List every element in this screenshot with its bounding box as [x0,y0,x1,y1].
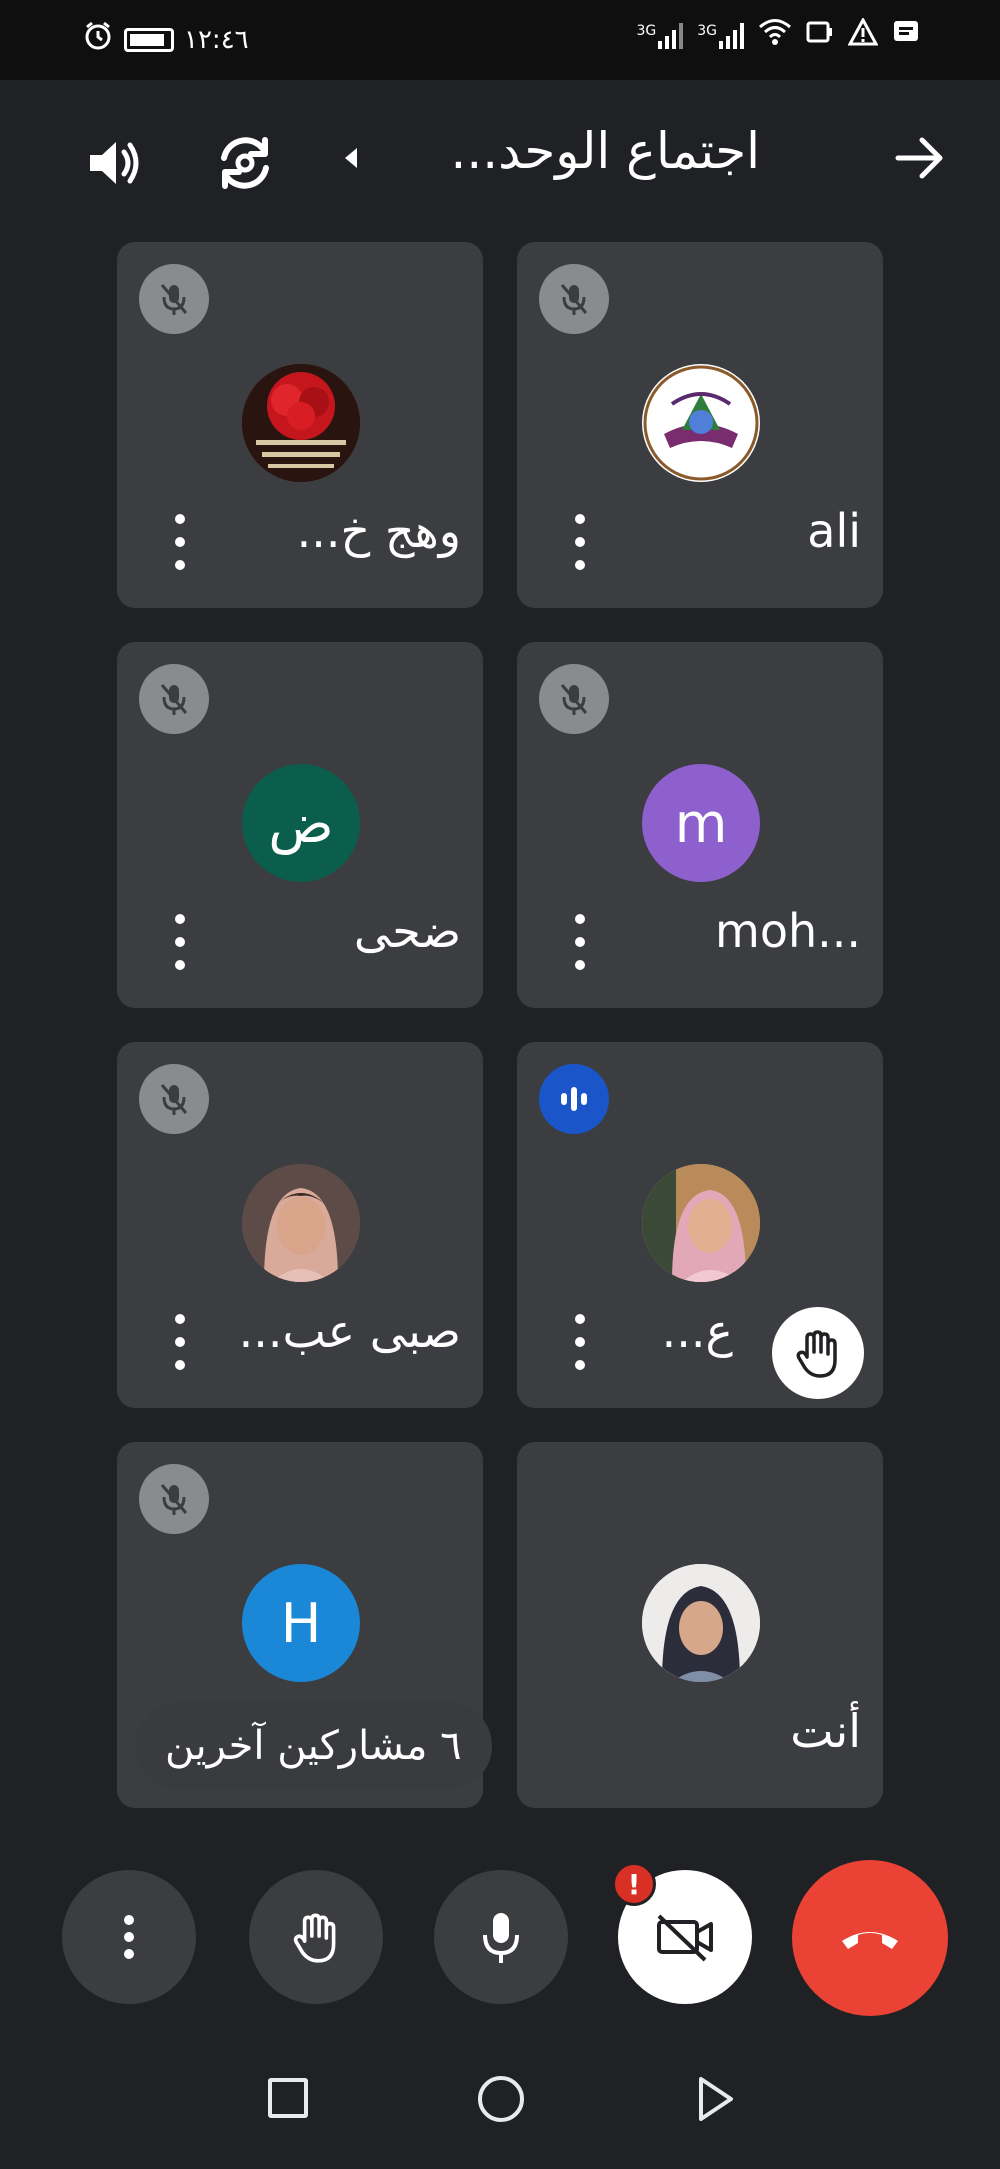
more-options-icon[interactable] [567,914,593,970]
signal-icon-a: 3G [697,22,744,49]
mic-off-icon [539,264,609,334]
avatar [242,364,360,482]
triangle-back-icon [699,2077,733,2121]
status-time: ١٢:٤٦ [184,24,249,55]
video-off-icon [657,1914,713,1962]
avatar: H [242,1564,360,1682]
switch-camera-icon [221,137,269,189]
self-tile[interactable]: أنت [517,1442,883,1808]
speaker-button[interactable] [80,128,150,198]
other-participants-chip[interactable]: ٦ مشاركين آخرين [135,1702,492,1790]
more-options-icon[interactable] [167,514,193,570]
avatar [642,1164,760,1282]
more-options-icon[interactable] [567,514,593,570]
participant-name: أنت [790,1704,861,1758]
hand-icon [293,1913,336,1963]
back-button[interactable] [890,128,950,188]
microphone-icon [483,1913,519,1963]
end-call-button[interactable] [792,1860,948,2016]
participant-tile[interactable]: ali [517,242,883,608]
avatar: m [642,764,760,882]
participant-name: صبى عب... [238,1304,461,1358]
participant-name: ضحى [353,904,461,958]
microphone-button[interactable] [434,1870,568,2004]
clock-icon [82,20,114,59]
caret-left-icon [345,148,357,168]
participant-tile[interactable]: ض ضحى [117,642,483,1008]
signal-icon-b: 3G [636,22,684,49]
recent-apps-button[interactable] [268,2078,308,2118]
more-vert-icon [124,1915,134,1959]
raise-hand-button[interactable] [249,1870,383,2004]
warning-icon [847,16,879,53]
more-options-icon[interactable] [167,914,193,970]
participant-name: ali [807,504,861,558]
mic-off-icon [139,264,209,334]
meeting-title[interactable]: اجتماع الوحد... [450,122,760,180]
more-options-icon[interactable] [167,1314,193,1370]
participant-tile[interactable]: ع... [517,1042,883,1408]
home-button[interactable] [478,2076,524,2122]
mic-off-icon [139,1064,209,1134]
back-nav-button[interactable] [695,2074,735,2124]
cast-icon [806,19,834,52]
alert-badge-icon: ! [612,1862,656,1906]
participant-tile[interactable]: m moh... [517,642,883,1008]
arrow-right-icon [895,137,943,179]
hang-up-icon [842,1932,898,1949]
wifi-icon [758,18,792,53]
participant-name: moh... [715,904,861,958]
mic-off-icon [539,664,609,734]
avatar [242,1164,360,1282]
more-options-icon[interactable] [567,1314,593,1370]
participant-tile[interactable]: صبى عب... [117,1042,483,1408]
avatar [642,364,760,482]
speaker-icon [90,142,139,184]
participant-name: ع... [661,1304,733,1358]
avatar [642,1564,760,1682]
message-icon [892,19,920,52]
avatar: ض [242,764,360,882]
switch-camera-button[interactable] [210,128,280,198]
audio-level-icon [539,1064,609,1134]
battery-icon [124,27,174,52]
hand-raised-icon [772,1307,864,1399]
participant-name: وهج خ... [296,504,461,558]
more-options-button[interactable] [62,1870,196,2004]
mic-off-icon [139,1464,209,1534]
mic-off-icon [139,664,209,734]
participant-tile[interactable]: وهج خ... [117,242,483,608]
status-bar: ١٢:٤٦ 3G 3G [0,0,1000,80]
meeting-top-bar: اجتماع الوحد... [0,80,1000,230]
system-nav-bar [0,2060,1000,2169]
